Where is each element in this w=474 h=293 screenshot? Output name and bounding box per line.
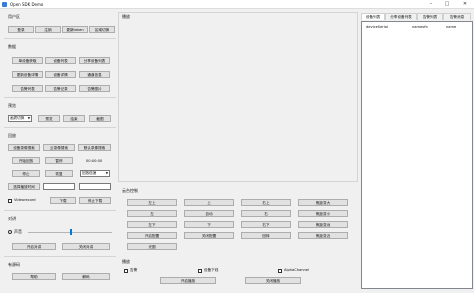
ptz-iris-button[interactable]: 光圈: [127, 243, 177, 250]
pause-button[interactable]: 暂停: [45, 157, 73, 164]
minimize-button[interactable]: –: [424, 1, 438, 8]
divider: [4, 210, 116, 211]
divider: [4, 127, 116, 128]
start-play-button[interactable]: 开启播放: [160, 277, 216, 284]
alarm-list-button[interactable]: 告警列表: [12, 85, 43, 92]
capture-button[interactable]: 截图: [89, 115, 111, 122]
volume-label: 声音: [14, 229, 22, 234]
ptz-left-button[interactable]: 左: [127, 210, 177, 217]
window-title: Open SDK Demo: [10, 2, 44, 7]
videorecord-label: Videorecord: [14, 198, 36, 202]
help-button[interactable]: 帮助: [12, 273, 56, 280]
display-title: 播放: [122, 14, 130, 19]
user-section-title: 用户区: [8, 14, 20, 19]
download-button[interactable]: 下载: [50, 197, 76, 204]
ptz-close-config-button[interactable]: 关闭配置: [184, 232, 234, 239]
device-list-table[interactable]: deviceSerial nameofn name: [361, 21, 473, 289]
device-offline-label: 设备下线: [204, 268, 219, 272]
switch-region-button[interactable]: 区域切换: [89, 26, 115, 33]
chevron-down-icon: ▼: [105, 171, 108, 175]
stop-play-button[interactable]: 关闭播放: [245, 277, 301, 284]
title-bar: Open SDK Demo – □ ✕: [0, 0, 474, 9]
playback-section-title: 回放: [8, 133, 16, 138]
close-button[interactable]: ✕: [458, 1, 472, 8]
maximize-button[interactable]: □: [440, 1, 454, 8]
ptz-up-right-button[interactable]: 右上: [241, 199, 291, 206]
stop-playback-button[interactable]: 停止: [12, 170, 40, 177]
resume-button[interactable]: 恢复: [45, 170, 73, 177]
update-device-detail-button[interactable]: 更新设备详情: [12, 71, 43, 78]
alarm-checkbox-label: 告警: [130, 268, 138, 272]
videorecord-checkbox[interactable]: [8, 199, 12, 203]
ptz-down-right-button[interactable]: 右下: [241, 221, 291, 228]
tab-alarm-message[interactable]: 告警消息: [443, 13, 471, 20]
cloud-record-search-button[interactable]: 云录像搜索: [43, 144, 75, 151]
stop-talk-button[interactable]: 关闭对讲: [62, 243, 110, 250]
stop-download-button[interactable]: 停止下载: [79, 197, 111, 204]
right-tab-bar: 设备列表 分享设备列表 告警列表 告警消息: [361, 13, 473, 21]
single-device-button[interactable]: 单设备获取: [12, 57, 43, 64]
chevron-down-icon: ▼: [27, 116, 30, 120]
start-time-input[interactable]: [43, 183, 75, 190]
divider: [4, 97, 116, 98]
alarm-image-button[interactable]: 告警图片: [79, 85, 110, 92]
quality-select-value: 画质切换: [10, 116, 25, 120]
preview-section-title: 预览: [8, 103, 16, 108]
update-token-button[interactable]: 更新token: [62, 26, 88, 33]
column-header-nameofn[interactable]: nameofn: [412, 25, 428, 29]
tab-alarm-list[interactable]: 告警列表: [417, 13, 443, 20]
ptz-zoom-out-button[interactable]: 焦距变小: [298, 210, 348, 217]
tab-device-list[interactable]: 设备列表: [361, 13, 385, 20]
playback-speed-select[interactable]: 回放倍速 ▼: [80, 170, 110, 177]
ptz-right-button[interactable]: 右: [241, 210, 291, 217]
talk-section-title: 对讲: [8, 216, 16, 221]
app-logo-icon: [2, 2, 7, 7]
device-list-button[interactable]: 设备列表: [45, 57, 76, 64]
other-section-title: 有源码: [8, 262, 20, 267]
preview-button[interactable]: 预览: [38, 115, 60, 122]
start-playback-button[interactable]: 开始回放: [12, 157, 40, 164]
column-header-name[interactable]: name: [446, 25, 456, 29]
ptz-zoom-in-button[interactable]: 焦距变大: [298, 199, 348, 206]
ptz-down-left-button[interactable]: 左下: [127, 221, 177, 228]
ptz-up-left-button[interactable]: 左上: [127, 199, 177, 206]
alpha-channel-label: AlphaChannel: [284, 268, 309, 272]
default-record-search-button[interactable]: 默认录像搜索: [78, 144, 111, 151]
display-panel: [118, 12, 358, 182]
divider: [4, 256, 116, 257]
alarm-record-button[interactable]: 告警记录: [45, 85, 76, 92]
end-time-input[interactable]: [79, 183, 111, 190]
device-detail-button[interactable]: 设备详情: [45, 71, 76, 78]
divider: [4, 38, 116, 39]
channel-info-button[interactable]: 通道信息: [79, 71, 110, 78]
alpha-channel-checkbox[interactable]: [278, 269, 282, 273]
about-button[interactable]: 解码: [62, 273, 110, 280]
ptz-open-config-button[interactable]: 开启配置: [127, 232, 177, 239]
playback-time: 00:00:00: [86, 159, 103, 163]
ptz-focus-near-button[interactable]: 焦距变近: [298, 232, 348, 239]
device-record-search-button[interactable]: 设备录像搜索: [8, 144, 40, 151]
login-button[interactable]: 登录: [8, 26, 34, 33]
data-section-title: 数据: [8, 44, 16, 49]
stop-preview-button[interactable]: 结束: [63, 115, 85, 122]
playback-speed-value: 回放倍速: [82, 171, 97, 175]
column-header-device-serial[interactable]: deviceSerial: [366, 25, 388, 29]
tab-share-device-list[interactable]: 分享设备列表: [385, 13, 417, 20]
start-talk-button[interactable]: 开启对讲: [12, 243, 56, 250]
volume-radio[interactable]: [8, 230, 12, 234]
ptz-section-title: 云台控制: [122, 188, 138, 193]
ptz-down-button[interactable]: 下: [184, 221, 234, 228]
options-section-title: 播放: [122, 259, 130, 264]
ptz-rotate-button[interactable]: 回转: [241, 232, 291, 239]
quality-select[interactable]: 画质切换 ▼: [8, 115, 32, 122]
share-device-list-button[interactable]: 分享设备列表: [79, 57, 110, 64]
device-offline-checkbox[interactable]: [198, 269, 202, 273]
ptz-focus-far-button[interactable]: 焦距变远: [298, 221, 348, 228]
ptz-up-button[interactable]: 上: [184, 199, 234, 206]
logout-button[interactable]: 注销: [35, 26, 61, 33]
select-time-button[interactable]: 选择播放时间: [8, 183, 40, 190]
ptz-auto-button[interactable]: 自动: [184, 210, 234, 217]
volume-slider-thumb[interactable]: [70, 229, 72, 235]
alarm-checkbox[interactable]: [124, 269, 128, 273]
